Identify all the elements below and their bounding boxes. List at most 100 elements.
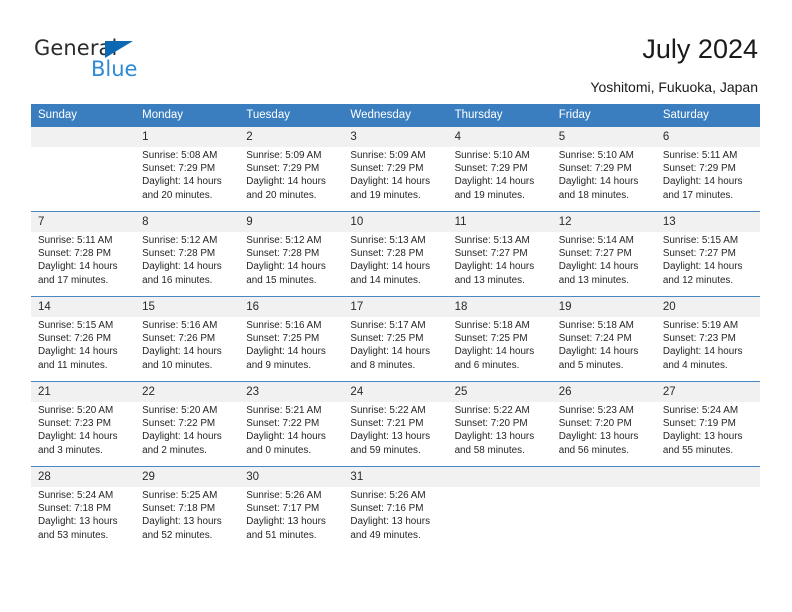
day-details-cell[interactable]: Sunrise: 5:19 AM Sunset: 7:23 PM Daylight:…: [655, 317, 760, 379]
day-details-cell[interactable]: Sunrise: 5:11 AM Sunset: 7:29 PM Daylight:…: [655, 147, 760, 209]
week-details-row: Sunrise: 5:15 AM Sunset: 7:26 PM Daylight:…: [31, 317, 760, 379]
day-number-cell[interactable]: 12: [551, 211, 656, 232]
day-number-cell[interactable]: 19: [551, 296, 656, 317]
day-daylight2-text: and 14 minutes.: [350, 274, 421, 286]
page-title: July 2024: [642, 34, 758, 64]
day-details-cell[interactable]: Sunrise: 5:16 AM Sunset: 7:26 PM Daylight:…: [135, 317, 240, 379]
day-details-cell[interactable]: Sunrise: 5:18 AM Sunset: 7:25 PM Daylight:…: [447, 317, 552, 379]
day-number-cell[interactable]: 25: [447, 381, 552, 402]
day-number-cell[interactable]: 26: [551, 381, 656, 402]
day-number-cell[interactable]: 7: [31, 211, 136, 232]
day-details-cell[interactable]: Sunrise: 5:20 AM Sunset: 7:23 PM Daylight:…: [31, 402, 136, 464]
day-number-cell[interactable]: 21: [31, 381, 136, 402]
week-daynumber-row: 14 15 16 17 18 19 20: [31, 296, 760, 317]
day-daylight2-text: and 12 minutes.: [662, 274, 734, 286]
logo-triangle-icon: [105, 41, 133, 58]
day-details-cell[interactable]: Sunrise: 5:24 AM Sunset: 7:18 PM Daylight:…: [31, 487, 136, 549]
page-subtitle-location: Yoshitomi, Fukuoka, Japan: [590, 79, 758, 95]
day-details-cell[interactable]: Sunrise: 5:22 AM Sunset: 7:21 PM Daylight:…: [343, 402, 448, 464]
day-details-cell[interactable]: Sunrise: 5:09 AM Sunset: 7:29 PM Daylight:…: [239, 147, 344, 209]
day-details-cell[interactable]: Sunrise: 5:09 AM Sunset: 7:29 PM Daylight:…: [343, 147, 448, 209]
day-details-cell[interactable]: Sunrise: 5:26 AM Sunset: 7:16 PM Daylight:…: [343, 487, 448, 549]
day-daylight1-text: Daylight: 14 hours: [38, 261, 118, 273]
day-number-cell[interactable]: 9: [239, 211, 344, 232]
day-sunrise-text: Sunrise: 5:24 AM: [662, 405, 739, 416]
day-number-cell[interactable]: 8: [135, 211, 240, 232]
day-sunset-text: Sunset: 7:27 PM: [662, 248, 736, 260]
day-details-cell[interactable]: Sunrise: 5:16 AM Sunset: 7:25 PM Daylight:…: [239, 317, 344, 379]
day-details-cell[interactable]: Sunrise: 5:10 AM Sunset: 7:29 PM Daylight:…: [447, 147, 552, 209]
day-number-cell[interactable]: 24: [343, 381, 448, 402]
day-daylight2-text: and 59 minutes.: [350, 444, 421, 456]
day-sunset-text: Sunset: 7:23 PM: [662, 333, 736, 345]
day-number-cell[interactable]: 10: [343, 211, 448, 232]
day-daylight1-text: Daylight: 13 hours: [454, 431, 535, 443]
day-details-cell[interactable]: Sunrise: 5:15 AM Sunset: 7:26 PM Daylight:…: [31, 317, 136, 379]
day-number-cell[interactable]: 13: [655, 211, 760, 232]
day-number-cell[interactable]: 23: [239, 381, 344, 402]
day-daylight1-text: Daylight: 14 hours: [142, 176, 222, 188]
day-number-cell[interactable]: 1: [135, 127, 240, 147]
day-sunset-text: Sunset: 7:18 PM: [142, 503, 216, 515]
day-daylight1-text: Daylight: 14 hours: [246, 346, 326, 358]
day-number-cell[interactable]: 15: [135, 296, 240, 317]
day-sunset-text: Sunset: 7:16 PM: [350, 503, 424, 515]
day-details-cell[interactable]: Sunrise: 5:12 AM Sunset: 7:28 PM Daylight:…: [135, 232, 240, 294]
day-details-cell[interactable]: Sunrise: 5:17 AM Sunset: 7:25 PM Daylight:…: [343, 317, 448, 379]
day-details-cell[interactable]: Sunrise: 5:11 AM Sunset: 7:28 PM Daylight:…: [31, 232, 136, 294]
day-sunset-text: Sunset: 7:29 PM: [142, 163, 216, 175]
day-sunrise-text: Sunrise: 5:18 AM: [558, 320, 634, 331]
day-number-cell[interactable]: 17: [343, 296, 448, 317]
day-sunrise-text: Sunrise: 5:20 AM: [142, 405, 218, 416]
day-number-cell[interactable]: 20: [655, 296, 760, 317]
day-details-cell[interactable]: Sunrise: 5:13 AM Sunset: 7:27 PM Daylight:…: [447, 232, 552, 294]
day-daylight2-text: and 49 minutes.: [350, 529, 421, 541]
day-details-cell[interactable]: Sunrise: 5:13 AM Sunset: 7:28 PM Daylight:…: [343, 232, 448, 294]
day-number-cell[interactable]: 5: [551, 127, 656, 147]
day-details-cell[interactable]: Sunrise: 5:14 AM Sunset: 7:27 PM Daylight:…: [551, 232, 656, 294]
day-details-cell[interactable]: Sunrise: 5:18 AM Sunset: 7:24 PM Daylight:…: [551, 317, 656, 379]
weekday-header-sunday: Sunday: [31, 104, 136, 127]
day-details-cell[interactable]: Sunrise: 5:21 AM Sunset: 7:22 PM Daylight:…: [239, 402, 344, 464]
day-sunset-text: Sunset: 7:25 PM: [350, 333, 424, 345]
day-details-cell[interactable]: Sunrise: 5:15 AM Sunset: 7:27 PM Daylight:…: [655, 232, 760, 294]
day-sunset-text: Sunset: 7:27 PM: [558, 248, 632, 260]
day-number-cell[interactable]: 29: [135, 466, 240, 487]
day-sunset-text: Sunset: 7:28 PM: [38, 248, 112, 260]
day-details-cell[interactable]: Sunrise: 5:20 AM Sunset: 7:22 PM Daylight:…: [135, 402, 240, 464]
day-sunset-text: Sunset: 7:29 PM: [558, 163, 632, 175]
day-sunrise-text: Sunrise: 5:23 AM: [558, 405, 634, 416]
day-details-cell[interactable]: Sunrise: 5:12 AM Sunset: 7:28 PM Daylight:…: [239, 232, 344, 294]
empty-details-cell: [655, 487, 760, 549]
day-details-cell[interactable]: Sunrise: 5:24 AM Sunset: 7:19 PM Daylight:…: [655, 402, 760, 464]
day-details-cell[interactable]: Sunrise: 5:26 AM Sunset: 7:17 PM Daylight:…: [239, 487, 344, 549]
day-details-cell[interactable]: Sunrise: 5:25 AM Sunset: 7:18 PM Daylight:…: [135, 487, 240, 549]
day-number-cell[interactable]: 22: [135, 381, 240, 402]
day-number-cell[interactable]: 16: [239, 296, 344, 317]
day-details-cell[interactable]: Sunrise: 5:23 AM Sunset: 7:20 PM Daylight:…: [551, 402, 656, 464]
day-number-cell[interactable]: 31: [343, 466, 448, 487]
day-daylight2-text: and 19 minutes.: [454, 189, 525, 201]
day-sunrise-text: Sunrise: 5:16 AM: [246, 320, 322, 331]
day-sunset-text: Sunset: 7:26 PM: [38, 333, 112, 345]
day-number-cell[interactable]: 4: [447, 127, 552, 147]
day-number-cell[interactable]: 30: [239, 466, 344, 487]
day-details-cell[interactable]: Sunrise: 5:10 AM Sunset: 7:29 PM Daylight:…: [551, 147, 656, 209]
day-number-cell[interactable]: 28: [31, 466, 136, 487]
calendar-grid: Sunday Monday Tuesday Wednesday Thursday…: [31, 104, 760, 551]
day-number-cell[interactable]: 18: [447, 296, 552, 317]
day-number-cell[interactable]: 2: [239, 127, 344, 147]
day-daylight1-text: Daylight: 14 hours: [350, 261, 431, 273]
general-blue-logo: General Blue: [34, 36, 164, 84]
calendar-table: Sunday Monday Tuesday Wednesday Thursday…: [31, 104, 760, 551]
day-details-cell[interactable]: Sunrise: 5:08 AM Sunset: 7:29 PM Daylight:…: [135, 147, 240, 209]
day-details-cell[interactable]: Sunrise: 5:22 AM Sunset: 7:20 PM Daylight:…: [447, 402, 552, 464]
day-number-cell[interactable]: 27: [655, 381, 760, 402]
day-number-cell[interactable]: 3: [343, 127, 448, 147]
day-daylight1-text: Daylight: 14 hours: [662, 346, 743, 358]
day-daylight2-text: and 11 minutes.: [38, 359, 108, 371]
day-number-cell[interactable]: 6: [655, 127, 760, 147]
day-number-cell[interactable]: 11: [447, 211, 552, 232]
day-daylight2-text: and 13 minutes.: [454, 274, 525, 286]
day-number-cell[interactable]: 14: [31, 296, 136, 317]
